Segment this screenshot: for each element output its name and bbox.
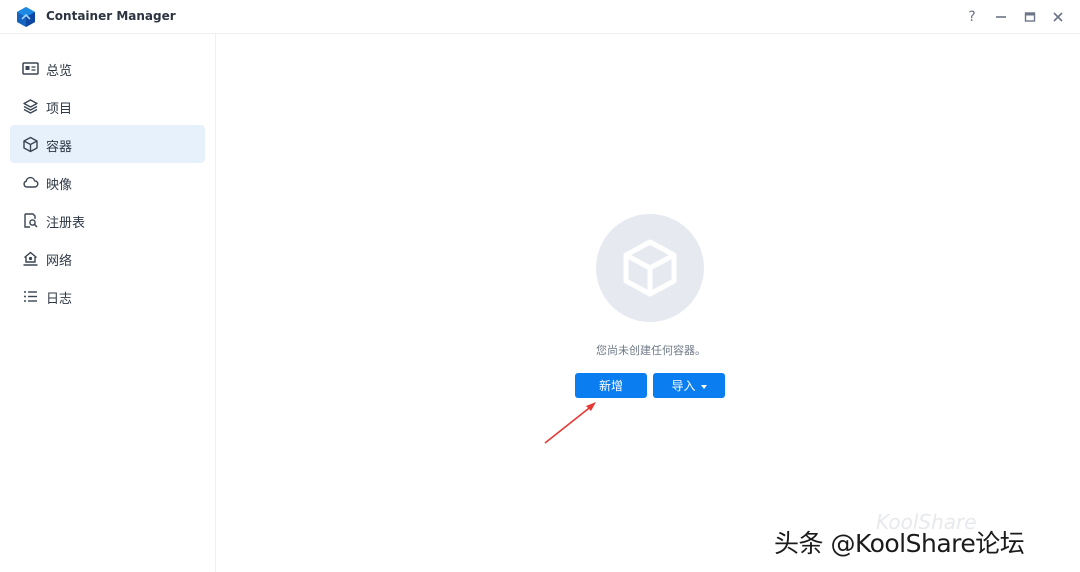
maximize-button[interactable] <box>1020 7 1040 27</box>
sidebar-item-projects[interactable]: 项目 <box>10 87 205 125</box>
import-button-label: 导入 <box>671 379 696 393</box>
sidebar-item-label: 项目 <box>46 102 73 117</box>
sidebar-item-images[interactable]: 映像 <box>10 163 205 201</box>
container-cube-icon <box>623 239 677 297</box>
cloud-icon <box>23 176 39 188</box>
sidebar-item-label: 总览 <box>46 64 73 79</box>
list-icon <box>24 291 37 302</box>
maximize-icon <box>1024 12 1036 22</box>
sidebar-item-label: 日志 <box>46 292 73 307</box>
caret-down-icon <box>700 384 707 389</box>
layers-icon <box>23 99 38 114</box>
sidebar-item-registry[interactable]: 注册表 <box>10 201 205 239</box>
close-button[interactable] <box>1048 7 1068 27</box>
annotation-arrow <box>544 402 596 444</box>
sidebar: 总览 项目 容器 映像 注册表 网络 日志 <box>0 34 216 572</box>
container-cube-icon <box>23 136 38 153</box>
watermark: 头条 @KoolShare论坛 <box>774 529 1025 558</box>
sidebar-item-containers[interactable]: 容器 <box>10 125 205 163</box>
help-button[interactable]: ? <box>962 7 982 27</box>
new-container-button[interactable]: 新增 <box>575 373 647 398</box>
minimize-icon <box>996 16 1006 18</box>
sidebar-item-label: 容器 <box>46 140 73 155</box>
sidebar-item-network[interactable]: 网络 <box>10 239 205 277</box>
registry-search-icon <box>24 213 38 228</box>
sidebar-item-logs[interactable]: 日志 <box>10 277 205 315</box>
empty-state-illustration <box>596 214 704 322</box>
empty-state-message: 您尚未创建任何容器。 <box>596 344 706 357</box>
sidebar-item-label: 映像 <box>46 178 73 193</box>
minimize-button[interactable] <box>991 7 1011 27</box>
import-dropdown-button[interactable]: 导入 <box>653 373 725 398</box>
close-icon <box>1053 12 1063 22</box>
container-manager-logo-icon <box>17 7 35 27</box>
title-bar: Container Manager ? <box>0 0 1080 34</box>
main-content: 您尚未创建任何容器。 新增 导入 <box>216 34 1080 572</box>
network-home-icon <box>23 251 38 266</box>
sidebar-item-label: 注册表 <box>46 216 86 231</box>
sidebar-item-label: 网络 <box>46 254 73 269</box>
sidebar-item-overview[interactable]: 总览 <box>10 49 205 87</box>
overview-card-icon <box>22 62 39 75</box>
app-title: Container Manager <box>46 9 176 23</box>
